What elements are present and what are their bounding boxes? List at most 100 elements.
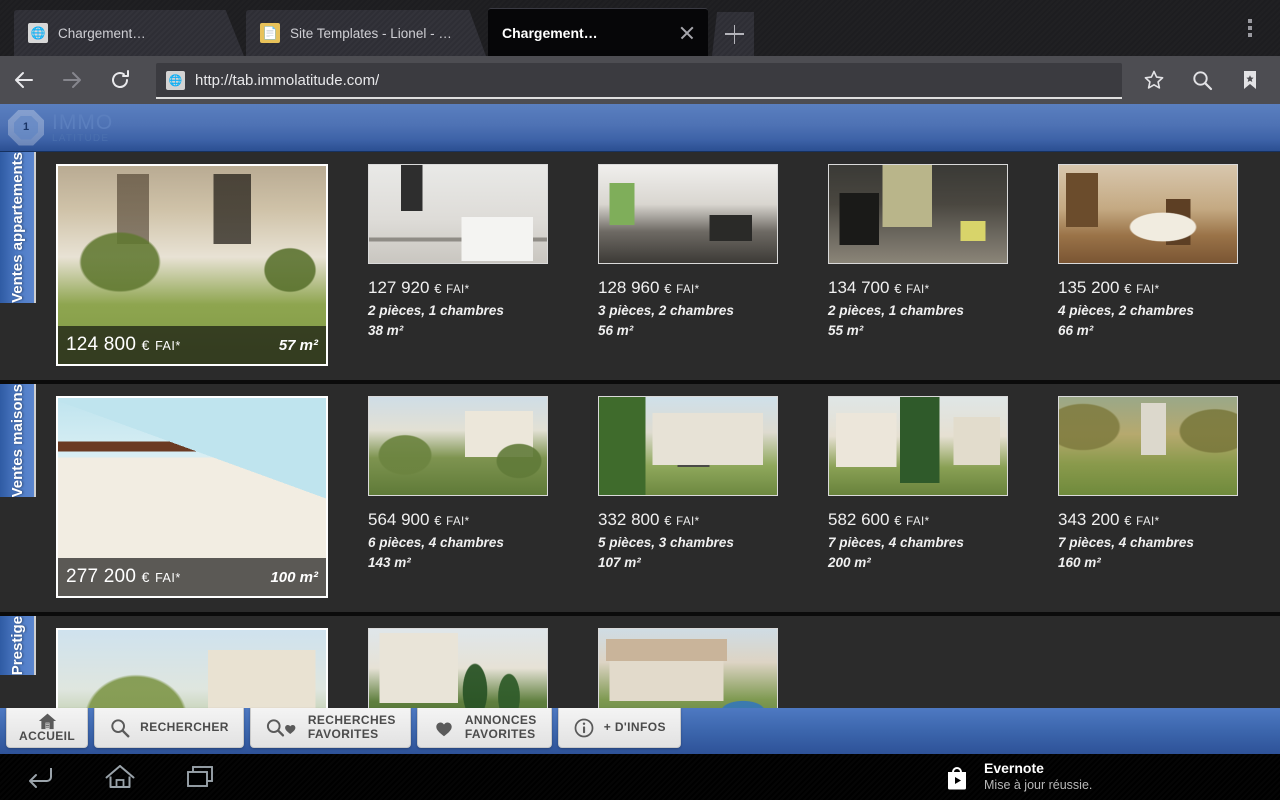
play-store-icon [944, 764, 970, 790]
globe-icon: 🌐 [28, 23, 48, 43]
featured-listing-card[interactable]: 277 200 € FAI* 100 m² [56, 396, 328, 598]
featured-listing-card[interactable] [56, 628, 328, 708]
browser-window: 🌐 Chargement… 📄 Site Templates - Lionel … [0, 0, 1280, 800]
sidebar-item-appartements[interactable]: Ventes appartements [0, 152, 36, 303]
notification-evernote[interactable]: Evernote Mise à jour réussie. [920, 754, 1280, 800]
listing-photo [368, 164, 548, 264]
tab-3-active[interactable]: Chargement… [488, 8, 708, 56]
listing-card[interactable]: 128 960 € FAI* 3 pièces, 2 chambres 56 m… [598, 164, 778, 338]
bookmark-ribbon-icon[interactable] [1228, 56, 1272, 104]
document-icon: 📄 [260, 23, 280, 43]
reload-icon[interactable] [96, 56, 144, 104]
listing-photo [828, 164, 1008, 264]
address-bar[interactable]: 🌐 http://tab.immolatitude.com/ [156, 63, 1122, 99]
listing-card[interactable]: 135 200 € FAI* 4 pièces, 2 chambres 66 m… [1058, 164, 1238, 338]
tab-1[interactable]: 🌐 Chargement… [14, 10, 244, 56]
rechercher-button[interactable]: RECHERCHER [94, 708, 244, 748]
url-text: http://tab.immolatitude.com/ [195, 71, 380, 89]
notification-title: Evernote [984, 760, 1044, 777]
row-body: 124 800 € FAI* 57 m² 127 920 € FAI* 2 pi… [36, 152, 1280, 380]
listing-card[interactable]: 564 900 € FAI* 6 pièces, 4 chambres 143 … [368, 396, 548, 570]
listing-price-bar: 277 200 € FAI* 100 m² [58, 558, 326, 596]
star-icon[interactable] [1132, 56, 1176, 104]
listing-card[interactable]: 343 200 € FAI* 7 pièces, 4 chambres 160 … [1058, 396, 1238, 570]
listing-price: 582 600 [828, 510, 890, 529]
listing-rows: Ventes appartements 124 800 € FAI* 57 m²… [0, 152, 1280, 708]
fai-label: FAI* [155, 339, 181, 353]
listing-surface: 200 m² [828, 555, 871, 570]
info-icon [573, 717, 595, 739]
listing-price: 127 920 [368, 278, 430, 297]
recherches-favorites-button[interactable]: RECHERCHES FAVORITES [249, 708, 411, 748]
overflow-menu-icon[interactable] [1238, 12, 1262, 44]
listing-rooms: 3 pièces, 2 chambres [598, 303, 734, 318]
listing-rooms: 5 pièces, 3 chambres [598, 535, 734, 550]
listing-photo [368, 396, 548, 496]
listing-price: 124 800 [66, 334, 137, 355]
currency-symbol: € [141, 337, 150, 353]
android-system-bar: Evernote Mise à jour réussie. [0, 754, 1280, 800]
currency-symbol: € [664, 513, 672, 528]
toolbar-label: RECHERCHER [140, 719, 229, 734]
currency-symbol: € [1124, 513, 1132, 528]
fai-label: FAI* [1136, 284, 1160, 296]
system-recents-icon[interactable] [160, 754, 240, 800]
listing-card[interactable]: 332 800 € FAI* 5 pièces, 3 chambres 107 … [598, 396, 778, 570]
site-logo[interactable]: 1 IMMO LATITUDE [0, 109, 113, 146]
url-bar: 🌐 http://tab.immolatitude.com/ [0, 56, 1280, 104]
listing-photo [598, 396, 778, 496]
notification-subtitle: Mise à jour réussie. [984, 777, 1093, 792]
forward-arrow-icon[interactable] [48, 56, 96, 104]
system-back-icon[interactable] [0, 754, 80, 800]
listing-price: 135 200 [1058, 278, 1120, 297]
listing-surface: 107 m² [598, 555, 641, 570]
listing-card[interactable]: 134 700 € FAI* 2 pièces, 1 chambres 55 m… [828, 164, 1008, 338]
sidebar-item-maisons[interactable]: Ventes maisons [0, 384, 36, 498]
listing-card[interactable] [598, 628, 778, 708]
listing-surface: 100 m² [270, 568, 318, 586]
listing-photo [58, 630, 326, 708]
listing-photo [368, 628, 548, 708]
row-label: Ventes appartements [8, 152, 26, 303]
listing-card[interactable]: 582 600 € FAI* 7 pièces, 4 chambres 200 … [828, 396, 1008, 570]
app-toolbar: ACCUEIL RECHERCHER RECHERCHES FAVORITES … [0, 708, 1280, 754]
logo-badge-number: 1 [22, 121, 30, 133]
currency-symbol: € [434, 281, 442, 296]
plus-dinfos-button[interactable]: + D'INFOS [557, 708, 681, 748]
new-tab-button[interactable] [712, 12, 754, 56]
fai-label: FAI* [446, 284, 470, 296]
url-actions [1132, 56, 1280, 104]
fai-label: FAI* [906, 284, 930, 296]
currency-symbol: € [141, 569, 150, 585]
fai-label: FAI* [676, 516, 700, 528]
listing-surface: 38 m² [368, 323, 404, 338]
sidebar-item-prestige[interactable]: Prestige [0, 616, 36, 676]
row-body [36, 616, 1280, 708]
listing-price: 332 800 [598, 510, 660, 529]
fai-label: FAI* [906, 516, 930, 528]
search-icon[interactable] [1180, 56, 1224, 104]
featured-listing-card[interactable]: 124 800 € FAI* 57 m² [56, 164, 328, 366]
listing-price: 343 200 [1058, 510, 1120, 529]
system-home-icon[interactable] [80, 754, 160, 800]
heart-icon [432, 717, 456, 739]
listing-photo [598, 164, 778, 264]
tab-2[interactable]: 📄 Site Templates - Lionel - … [246, 10, 486, 56]
listing-rooms: 6 pièces, 4 chambres [368, 535, 504, 550]
accueil-button[interactable]: ACCUEIL [6, 708, 89, 748]
listing-rooms: 7 pièces, 4 chambres [828, 535, 964, 550]
listing-photo [598, 628, 778, 708]
listing-rooms: 4 pièces, 2 chambres [1058, 303, 1194, 318]
listing-card[interactable] [368, 628, 548, 708]
toolbar-label: ACCUEIL [19, 728, 76, 743]
back-arrow-icon[interactable] [0, 56, 48, 104]
listing-price-bar: 124 800 € FAI* 57 m² [58, 326, 326, 364]
listing-price: 134 700 [828, 278, 890, 297]
annonces-favorites-button[interactable]: ANNONCES FAVORITES [416, 708, 552, 748]
close-icon[interactable] [678, 24, 696, 42]
fai-label: FAI* [155, 571, 181, 585]
listing-surface: 55 m² [828, 323, 864, 338]
listing-card[interactable]: 127 920 € FAI* 2 pièces, 1 chambres 38 m… [368, 164, 548, 338]
listing-row-appartements: Ventes appartements 124 800 € FAI* 57 m²… [0, 152, 1280, 380]
row-label: Ventes maisons [8, 384, 26, 498]
